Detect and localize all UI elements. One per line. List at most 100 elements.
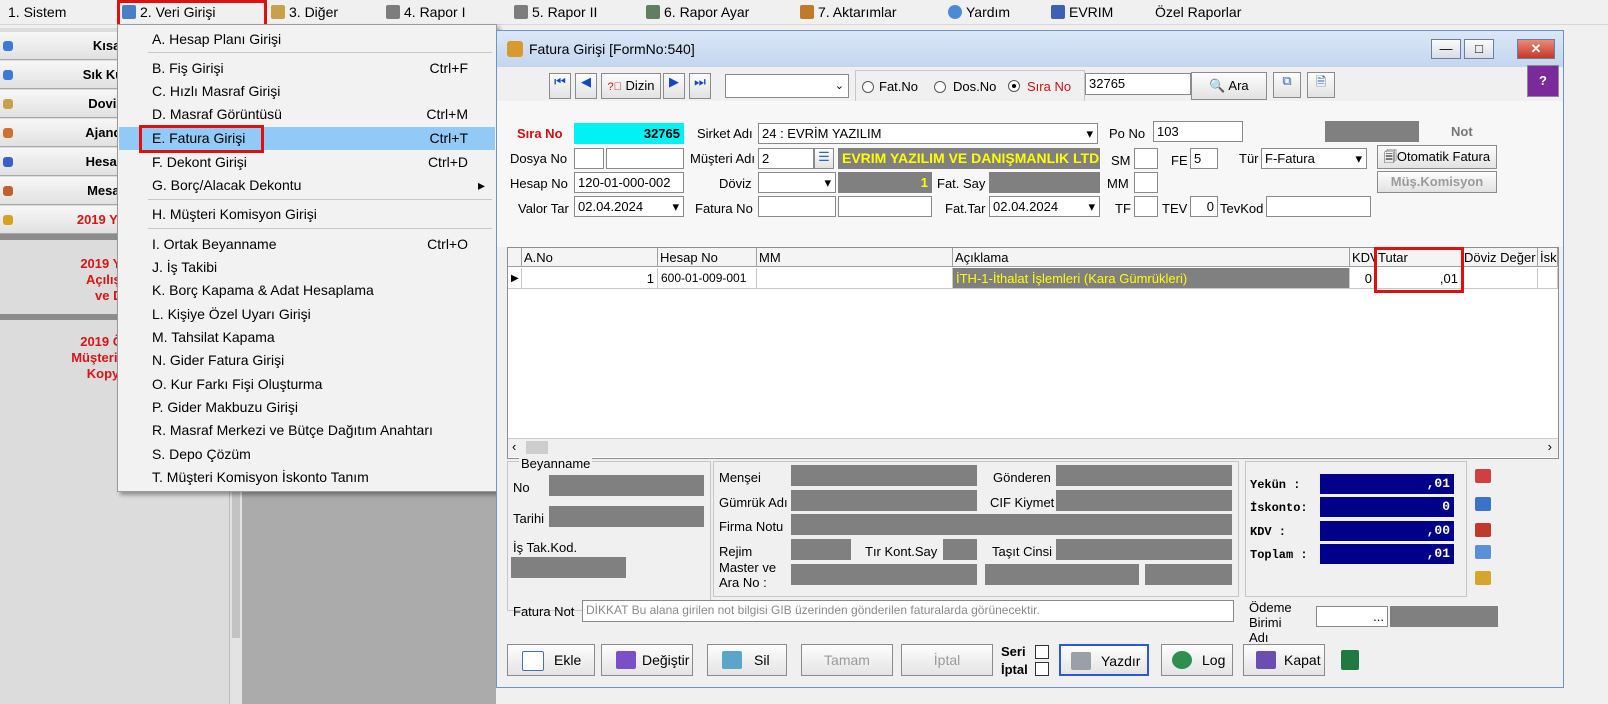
- menu-rapor-ayar[interactable]: 6. Rapor Ayar: [646, 0, 749, 24]
- menu-rapor-1[interactable]: 4. Rapor I: [386, 0, 465, 24]
- doviz-select[interactable]: ▾: [758, 172, 836, 193]
- grid-header-isk[interactable]: İsk: [1538, 248, 1558, 267]
- copy-document-icon[interactable]: [1475, 545, 1491, 559]
- scroll-right-icon[interactable]: ›: [1548, 439, 1552, 454]
- tevkod-field[interactable]: [1266, 196, 1371, 217]
- ara-no-field-2[interactable]: [1145, 564, 1232, 585]
- menu-item-musteri-komisyon[interactable]: H. Müşteri Komisyon Girişi: [119, 203, 495, 226]
- menu-item-gider-makbuzu[interactable]: P. Gider Makbuzu Girişi: [119, 396, 495, 419]
- menu-sistem[interactable]: 1. Sistem: [8, 0, 66, 24]
- gumruk-adi-field[interactable]: [791, 490, 977, 511]
- dosya-no-field-1[interactable]: [574, 148, 604, 169]
- calculator-icon[interactable]: [1341, 650, 1359, 670]
- grid-header-hesap-no[interactable]: Hesap No: [658, 248, 757, 267]
- menu-item-kisiye-ozel-uyari[interactable]: L. Kişiye Özel Uyarı Girişi: [119, 303, 495, 326]
- tev-field[interactable]: 0: [1190, 196, 1218, 217]
- degistir-button[interactable]: Değiştir: [601, 644, 693, 676]
- valor-tar-field[interactable]: 02.04.2024 ▾: [574, 196, 684, 217]
- help-button[interactable]: ?: [1527, 65, 1559, 97]
- menu-item-depo-cozum[interactable]: S. Depo Çözüm: [119, 443, 495, 466]
- menu-aktarimlar[interactable]: 7. Aktarımlar: [800, 0, 897, 24]
- menu-item-hesap-plani[interactable]: A. Hesap Planı Girişi: [119, 28, 495, 51]
- table-cell-kdv[interactable]: 0: [1350, 268, 1376, 289]
- table-cell-aciklama[interactable]: İTH-1-İthalat İşlemleri (Kara Gümrükleri…: [953, 268, 1350, 289]
- first-record-button[interactable]: ⏮: [549, 73, 571, 99]
- table-cell-doviz-deger[interactable]: [1462, 268, 1538, 289]
- select-icon[interactable]: [1475, 497, 1491, 511]
- master-no-field[interactable]: [791, 564, 977, 585]
- mensei-field[interactable]: [791, 465, 977, 486]
- maximize-button[interactable]: □: [1464, 39, 1494, 59]
- preview-button[interactable]: 🗎: [1307, 72, 1335, 98]
- menu-item-ortak-beyanname[interactable]: I. Ortak Beyanname Ctrl+O: [119, 233, 495, 256]
- menu-yardim[interactable]: Yardım: [948, 0, 1010, 24]
- table-cell-mm[interactable]: [757, 268, 953, 289]
- cif-kiymet-field[interactable]: [1056, 490, 1232, 511]
- ara-button[interactable]: 🔍 Ara: [1191, 72, 1267, 100]
- menu-item-borc-alacak-dekontu[interactable]: G. Borç/Alacak Dekontu ▸: [119, 174, 495, 197]
- musteri-lookup-button[interactable]: ☰: [814, 148, 834, 169]
- print-icon[interactable]: [1475, 523, 1491, 537]
- sira-no-field[interactable]: 32765: [574, 123, 684, 144]
- seri-checkbox[interactable]: [1035, 645, 1049, 659]
- dosya-no-field-2[interactable]: [606, 148, 684, 169]
- menu-ozel-raporlar[interactable]: Özel Raporlar: [1155, 0, 1241, 24]
- mus-komisyon-button[interactable]: Müş.Komisyon: [1377, 171, 1497, 193]
- sirket-adi-select[interactable]: 24 : EVRİM YAZILIM ▾: [758, 123, 1098, 144]
- sil-button[interactable]: Sil: [707, 644, 787, 676]
- grid-header-doviz-deger[interactable]: Döviz Değer: [1462, 248, 1538, 267]
- menu-item-dekont-girisi[interactable]: F. Dekont Girişi Ctrl+D: [119, 151, 495, 174]
- fe-field[interactable]: 5: [1190, 148, 1218, 169]
- log-button[interactable]: Log: [1161, 644, 1233, 676]
- table-cell-isk[interactable]: [1538, 268, 1558, 289]
- table-cell-ano[interactable]: 1: [522, 268, 658, 289]
- next-record-button[interactable]: ▶: [663, 73, 685, 99]
- hesap-no-field[interactable]: 120-01-000-002: [574, 172, 684, 193]
- search-input[interactable]: 32765: [1085, 73, 1191, 95]
- musteri-ad-field[interactable]: EVRIM YAZILIM VE DANIŞMANLIK LTD: [838, 148, 1100, 169]
- firma-notu-field[interactable]: [791, 514, 1232, 535]
- rejim-field[interactable]: [791, 539, 851, 560]
- iptal-button[interactable]: İptal: [901, 644, 993, 676]
- fat-tar-field[interactable]: 02.04.2024 ▾: [989, 196, 1100, 217]
- ekle-button[interactable]: Ekle: [507, 644, 595, 676]
- beyanname-tarihi-field[interactable]: [549, 506, 704, 527]
- fat-say-field[interactable]: [989, 172, 1100, 193]
- tf-field[interactable]: [1134, 196, 1158, 217]
- menu-item-tahsilat-kapama[interactable]: M. Tahsilat Kapama: [119, 326, 495, 349]
- fatura-not-field[interactable]: DİKKAT Bu alana girilen not bilgisi GIB …: [582, 600, 1234, 622]
- doviz-kur-field[interactable]: 1: [838, 172, 932, 193]
- otomatik-fatura-button[interactable]: 🗐Otomatik Fatura: [1377, 145, 1497, 169]
- mm-field[interactable]: [1134, 172, 1158, 193]
- grid-header-aciklama[interactable]: Açıklama: [953, 248, 1350, 267]
- tasit-cinsi-field[interactable]: [1056, 539, 1232, 560]
- window-titlebar[interactable]: Fatura Girişi [FormNo:540] — □ ✕: [497, 31, 1563, 67]
- ara-no-field-1[interactable]: [985, 564, 1139, 585]
- tamam-button[interactable]: Tamam: [801, 644, 893, 676]
- previous-record-button[interactable]: ◀: [575, 73, 597, 99]
- menu-item-masraf-goruntusu[interactable]: D. Masraf Görüntüsü Ctrl+M: [119, 103, 495, 126]
- menu-item-borc-kapama[interactable]: K. Borç Kapama & Adat Hesaplama: [119, 279, 495, 302]
- notes-icon[interactable]: [1475, 571, 1491, 585]
- iptal-checkbox[interactable]: [1035, 662, 1049, 676]
- grid-header-ano[interactable]: A.No: [522, 248, 658, 267]
- musteri-kod-field[interactable]: 2: [758, 148, 814, 169]
- yazdir-button[interactable]: Yazdır: [1059, 644, 1149, 676]
- menu-item-fis-girisi[interactable]: B. Fiş Girişi Ctrl+F: [119, 57, 495, 80]
- sm-field[interactable]: [1134, 148, 1158, 169]
- fatura-no-field-1[interactable]: [758, 196, 836, 217]
- grid-header-mm[interactable]: MM: [757, 248, 953, 267]
- tur-select[interactable]: F-Fatura ▾: [1261, 148, 1367, 169]
- menu-item-gider-fatura[interactable]: N. Gider Fatura Girişi: [119, 349, 495, 372]
- table-cell-hesap-no[interactable]: 600-01-009-001: [658, 268, 757, 289]
- is-tak-kod-field[interactable]: [511, 557, 626, 578]
- menu-item-masraf-merkezi[interactable]: R. Masraf Merkezi ve Bütçe Dağıtım Anaht…: [119, 419, 495, 442]
- add-document-icon[interactable]: [1475, 469, 1491, 483]
- radio-dos-no[interactable]: [934, 81, 946, 93]
- menu-item-is-takibi[interactable]: J. İş Takibi: [119, 256, 495, 279]
- fatura-no-field-2[interactable]: [838, 196, 932, 217]
- grid-header-kdv[interactable]: KDV: [1350, 248, 1376, 267]
- scroll-left-icon[interactable]: ‹: [512, 439, 516, 454]
- grid-hscrollbar[interactable]: ‹ ›: [508, 438, 1558, 457]
- radio-fat-no[interactable]: [862, 81, 874, 93]
